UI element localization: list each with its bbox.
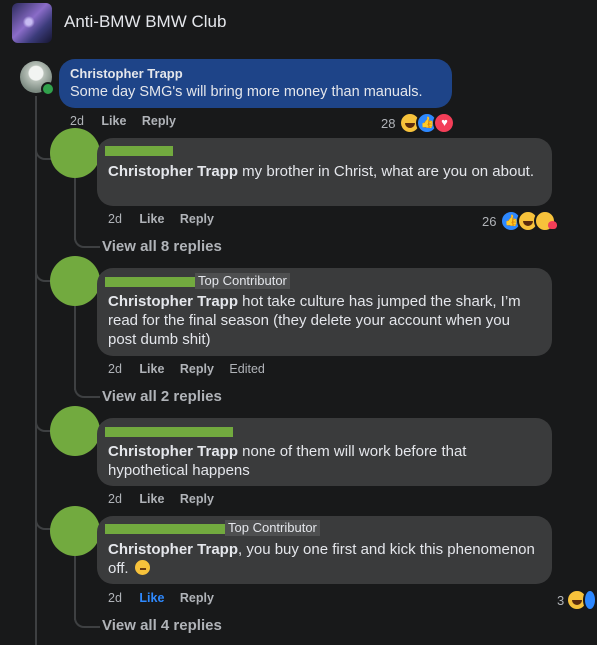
like-button[interactable]: Like: [101, 114, 126, 128]
reply-button[interactable]: Reply: [180, 212, 214, 226]
edited-label: Edited: [229, 362, 265, 376]
comment-author[interactable]: Christopher Trapp: [70, 66, 183, 81]
mention-link[interactable]: Christopher Trapp: [108, 293, 238, 310]
comment-meta-2: 2d Like Reply Edited: [108, 362, 265, 376]
comment-time[interactable]: 2d: [70, 114, 84, 128]
avatar[interactable]: [50, 128, 100, 178]
thread-branch-2: [35, 268, 51, 282]
thread-line-main: [35, 96, 37, 645]
view-replies-link[interactable]: View all 4 replies: [102, 617, 222, 634]
comment-meta-1: 2d Like Reply: [108, 212, 214, 226]
like-button[interactable]: Like: [139, 492, 164, 506]
avatar[interactable]: [50, 506, 100, 556]
redacted-author-name: [105, 427, 233, 437]
care-icon: [534, 210, 558, 232]
comment-bubble-1: Christopher Trapp my brother in Christ, …: [97, 138, 552, 206]
thread-curve-4: [74, 612, 100, 628]
redacted-author-name: [105, 277, 195, 287]
reply-button[interactable]: Reply: [180, 492, 214, 506]
top-contributor-badge: Top Contributor: [195, 273, 290, 289]
redacted-author-name: [105, 146, 173, 156]
group-thumbnail[interactable]: [12, 3, 52, 43]
comment-bubble-4: Top Contributor Christopher Trapp, you b…: [97, 516, 552, 584]
mention-link[interactable]: Christopher Trapp: [108, 163, 238, 180]
comment-time[interactable]: 2d: [108, 591, 122, 605]
thinking-emoji-icon: [134, 560, 150, 575]
view-replies-link[interactable]: View all 2 replies: [102, 388, 222, 405]
like-button[interactable]: Like: [139, 591, 164, 605]
mention-link[interactable]: Christopher Trapp: [108, 541, 238, 558]
like-icon: [583, 589, 597, 611]
online-status-indicator: [41, 82, 55, 96]
group-title[interactable]: Anti-BMW BMW Club: [64, 12, 226, 32]
like-button[interactable]: Like: [139, 212, 164, 226]
thread-curve-2: [74, 382, 100, 398]
comment-meta-3: 2d Like Reply: [108, 492, 214, 506]
comment-bubble-2: Top Contributor Christopher Trapp hot ta…: [97, 268, 552, 356]
thread-line-sub-1: [74, 176, 76, 240]
group-header: Anti-BMW BMW Club: [0, 0, 597, 46]
thread-line-sub-4: [74, 556, 76, 620]
reaction-count: 26: [482, 213, 497, 229]
comment-text: Christopher Trapp, you buy one first and…: [108, 541, 535, 577]
reaction-summary-4[interactable]: 3: [557, 589, 597, 611]
thread-curve-1: [74, 232, 100, 248]
reaction-count: 28: [381, 115, 396, 131]
comment-text: Christopher Trapp none of them will work…: [108, 443, 467, 479]
thread-branch-3: [35, 418, 51, 432]
mention-link[interactable]: Christopher Trapp: [108, 443, 238, 460]
comment-time[interactable]: 2d: [108, 492, 122, 506]
comment-bubble-op: Christopher Trapp Some day SMG's will br…: [59, 59, 452, 108]
thread-line-sub-2: [74, 306, 76, 390]
view-replies-link[interactable]: View all 8 replies: [102, 238, 222, 255]
reaction-count: 3: [557, 592, 565, 608]
comment-text: Some day SMG's will bring more money tha…: [70, 84, 423, 100]
love-icon: ♥: [433, 112, 456, 134]
comment-meta-4: 2d Like Reply: [108, 591, 214, 605]
top-contributor-badge: Top Contributor: [225, 520, 320, 536]
comment-bubble-3: Christopher Trapp none of them will work…: [97, 418, 552, 486]
reply-button[interactable]: Reply: [180, 362, 214, 376]
reply-button[interactable]: Reply: [180, 591, 214, 605]
avatar[interactable]: [50, 256, 100, 306]
comment-time[interactable]: 2d: [108, 212, 122, 226]
comment-time[interactable]: 2d: [108, 362, 122, 376]
reaction-summary-op[interactable]: 28 👍 ♥: [381, 112, 456, 134]
reply-button[interactable]: Reply: [142, 114, 176, 128]
comment-meta-op: 2d Like Reply: [70, 114, 176, 128]
reaction-summary-1[interactable]: 26 👍: [482, 210, 558, 232]
thread-branch-1: [35, 146, 51, 160]
comment-text: Christopher Trapp hot take culture has j…: [108, 293, 521, 348]
avatar[interactable]: [50, 406, 100, 456]
like-button[interactable]: Like: [139, 362, 164, 376]
redacted-author-name: [105, 524, 225, 534]
thread-branch-4: [35, 516, 51, 530]
comment-text: Christopher Trapp my brother in Christ, …: [108, 163, 534, 180]
